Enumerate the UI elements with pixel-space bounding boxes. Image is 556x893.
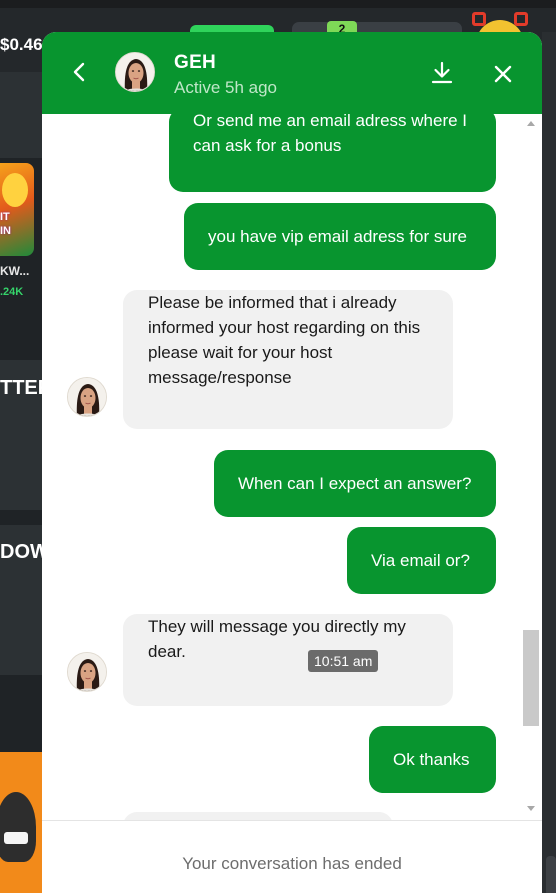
message-scrollbar[interactable] (523, 114, 539, 820)
balance-display: $0.46 (0, 35, 43, 54)
game-art-text: IN (0, 225, 11, 237)
incoming-message: Please be informed that i already inform… (123, 290, 453, 429)
back-arrow-icon (73, 62, 85, 82)
agent-status: Active 5h ago (174, 78, 278, 97)
download-icon (431, 61, 453, 84)
scrollbar-thumb[interactable] (523, 630, 539, 726)
game-thumbnail[interactable]: IT IN (0, 163, 34, 256)
scroll-up-arrow-icon[interactable] (527, 121, 535, 126)
outgoing-message: When can I expect an answer? (214, 450, 496, 517)
background-panel (0, 72, 42, 158)
background-right-strip (542, 32, 556, 893)
agent-avatar (115, 52, 155, 92)
chat-window: GEH Active 5h ago Or send me an email ad… (42, 32, 542, 893)
egg-art (2, 173, 28, 207)
chat-header: GEH Active 5h ago (42, 32, 542, 114)
game-name: KW... (0, 264, 30, 278)
incoming-message (123, 812, 393, 820)
antler-icon (472, 12, 486, 26)
background-control (546, 856, 556, 893)
antler-icon (514, 12, 528, 26)
gorilla-teeth-art (4, 832, 28, 844)
message-list[interactable]: Or send me an email adress where I can a… (42, 114, 542, 820)
conversation-ended-notice: Your conversation has ended (182, 854, 402, 873)
agent-avatar (67, 377, 107, 417)
message-timestamp-tooltip: 10:51 am (308, 650, 379, 672)
incoming-message: They will message you directly my dear. (123, 614, 453, 706)
agent-avatar (67, 652, 107, 692)
back-button[interactable] (68, 61, 90, 83)
promo-banner[interactable] (0, 752, 48, 893)
outgoing-message: Via email or? (347, 527, 496, 594)
agent-photo-icon (116, 53, 154, 91)
agent-name: GEH (174, 52, 217, 73)
chat-footer: Your conversation has ended (42, 820, 542, 893)
game-stat: .24K (0, 286, 24, 298)
gorilla-art (0, 792, 36, 862)
game-art-text: IT (0, 211, 10, 223)
agent-photo-icon (68, 653, 106, 691)
agent-photo-icon (68, 378, 106, 416)
outgoing-message: you have vip email adress for sure (184, 203, 496, 270)
download-transcript-button[interactable] (430, 61, 454, 85)
close-icon (494, 65, 512, 83)
close-chat-button[interactable] (492, 63, 514, 85)
scroll-down-arrow-icon[interactable] (527, 806, 535, 811)
outgoing-message: Or send me an email adress where I can a… (169, 114, 496, 192)
outgoing-message: Ok thanks (369, 726, 496, 793)
